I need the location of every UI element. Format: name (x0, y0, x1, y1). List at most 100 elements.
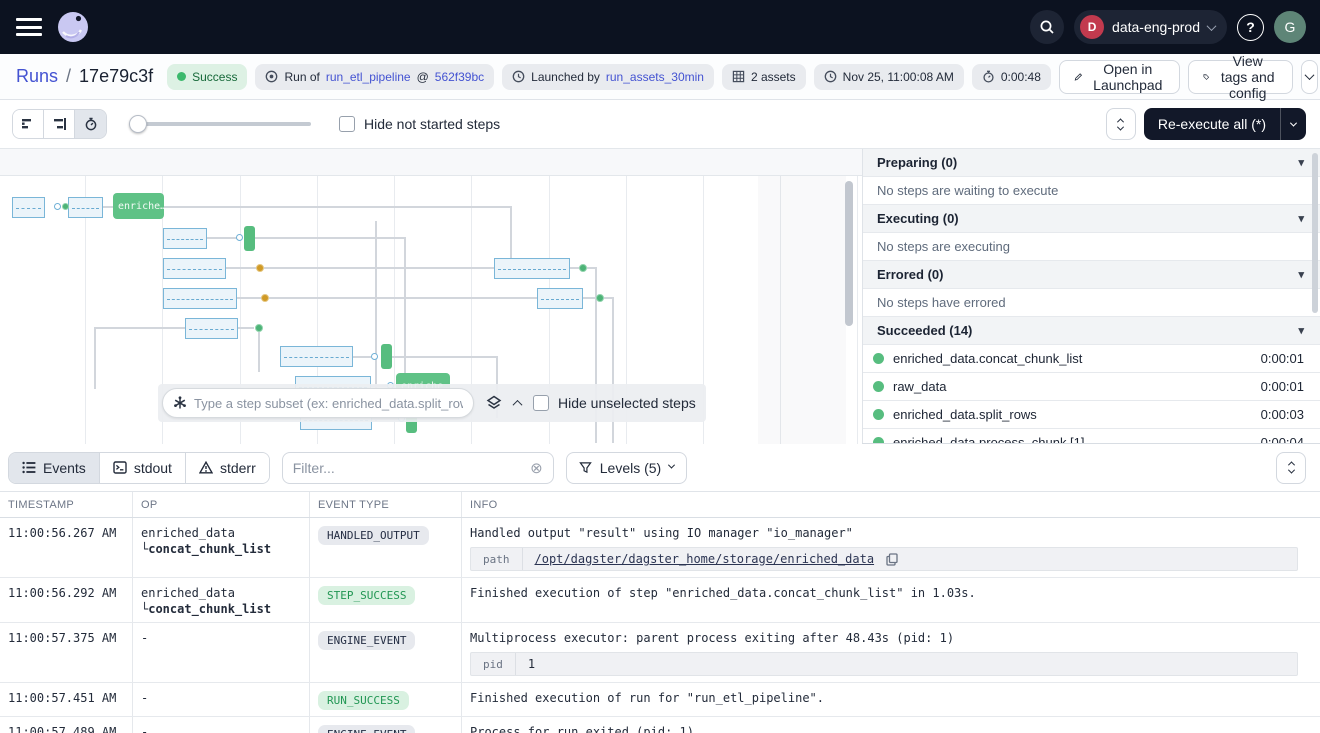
gantt-bar[interactable] (68, 197, 103, 218)
gantt-bar[interactable] (244, 226, 255, 251)
gantt-bar[interactable] (596, 294, 604, 302)
commit-link[interactable]: 562f39bc (435, 70, 484, 84)
workspace-switcher[interactable]: D data-eng-prod (1074, 10, 1227, 44)
gantt-bar[interactable] (269, 297, 537, 299)
hide-not-started-checkbox[interactable] (339, 116, 355, 132)
gantt-bar[interactable] (164, 206, 511, 208)
search-button[interactable] (1030, 10, 1064, 44)
event-row[interactable]: 11:00:56.267 AM enriched_data └concat_ch… (0, 518, 1320, 578)
clear-filter-icon[interactable]: ⊗ (530, 459, 543, 477)
layers-button[interactable] (486, 395, 502, 411)
step-status-row[interactable]: No steps have errored (863, 289, 1320, 317)
gantt-bar[interactable] (237, 297, 262, 299)
gantt-bar[interactable] (94, 327, 185, 329)
job-link[interactable]: run_etl_pipeline (326, 70, 411, 84)
zoom-slider[interactable] (129, 115, 311, 133)
event-row[interactable]: 11:00:57.375 AM - ENGINE_EVENT Multiproc… (0, 623, 1320, 683)
gantt-bar[interactable] (258, 332, 260, 372)
metadata-value[interactable]: /opt/dagster/dagster_home/storage/enrich… (523, 552, 887, 566)
gantt-bar[interactable]: enriche… (113, 193, 164, 219)
gantt-bar[interactable] (226, 267, 258, 269)
gantt-bar[interactable] (353, 356, 371, 358)
reexecute-all-button[interactable]: Re-execute all (*) (1144, 108, 1280, 140)
metadata-value[interactable]: 1 (516, 657, 547, 671)
tag-duration[interactable]: 0:00:48 (972, 64, 1051, 90)
gantt-bar[interactable] (264, 267, 494, 269)
dagster-logo-icon[interactable] (56, 10, 90, 44)
tag-start-time[interactable]: Nov 25, 11:00:08 AM (814, 64, 964, 90)
tab-events[interactable]: Events (9, 453, 100, 483)
gantt-bar[interactable] (404, 237, 406, 383)
event-type-badge: ENGINE_EVENT (318, 631, 415, 650)
gantt-bar[interactable] (758, 176, 846, 444)
gantt-bar[interactable] (62, 203, 69, 210)
tag-assets[interactable]: 2 assets (722, 64, 806, 90)
gantt-bar[interactable] (236, 234, 243, 241)
zoom-slider-knob[interactable] (129, 115, 147, 133)
gantt-bar[interactable] (280, 346, 353, 367)
gantt-bar[interactable] (163, 288, 237, 309)
step-subset-input[interactable] (194, 396, 463, 411)
open-in-launchpad-button[interactable]: Open in Launchpad (1059, 60, 1180, 94)
gantt-bar[interactable] (238, 327, 254, 329)
gantt-canvas[interactable]: enriche…enriche… (0, 176, 862, 444)
hamburger-menu-icon[interactable] (16, 18, 42, 36)
schedule-link[interactable]: run_assets_30min (606, 70, 704, 84)
tag-run-of[interactable]: Run of run_etl_pipeline @ 562f39bc (255, 64, 494, 90)
gantt-bar[interactable] (207, 237, 238, 239)
tab-stdout[interactable]: stdout (100, 453, 186, 483)
gantt-bar[interactable] (371, 353, 378, 360)
more-run-actions-button[interactable] (1301, 60, 1318, 94)
expand-log-panel-button[interactable] (1276, 452, 1306, 484)
gantt-bar[interactable] (255, 237, 405, 239)
step-status-panel: Preparing (0) ▾ No steps are waiting to … (862, 149, 1320, 443)
breadcrumb-runs-link[interactable]: Runs (16, 66, 58, 87)
gantt-bar[interactable] (537, 288, 583, 309)
step-status-row[interactable]: No steps are executing (863, 233, 1320, 261)
gantt-bar[interactable] (392, 356, 498, 358)
timed-view-button[interactable] (75, 110, 106, 138)
event-row[interactable]: 11:00:57.451 AM - RUN_SUCCESS Finished e… (0, 683, 1320, 717)
step-status-row[interactable]: Executing (0) ▾ (863, 205, 1320, 233)
gantt-bar[interactable] (12, 197, 45, 218)
step-status-row[interactable]: Preparing (0) ▾ (863, 149, 1320, 177)
gantt-bar[interactable] (163, 258, 226, 279)
step-status-row[interactable]: Succeeded (14) ▾ (863, 317, 1320, 345)
collapse-subset-bar-button[interactable] (514, 400, 521, 407)
gantt-bar[interactable] (494, 258, 570, 279)
flatten-view-button[interactable] (13, 110, 44, 138)
step-status-row[interactable]: Errored (0) ▾ (863, 261, 1320, 289)
expand-collapse-panel-button[interactable] (1106, 108, 1136, 140)
gantt-bar[interactable] (583, 297, 595, 299)
gantt-bar[interactable] (256, 264, 264, 272)
view-tags-config-button[interactable]: View tags and config (1188, 60, 1293, 94)
avatar[interactable]: G (1274, 11, 1306, 43)
gantt-bar[interactable] (185, 318, 238, 339)
help-button[interactable]: ? (1237, 14, 1264, 41)
copy-icon[interactable] (886, 553, 898, 566)
step-status-row[interactable]: raw_data 0:00:01 (863, 373, 1320, 401)
gantt-bar[interactable] (103, 206, 113, 208)
reexecute-options-button[interactable] (1280, 108, 1306, 140)
tag-launched-by[interactable]: Launched by run_assets_30min (502, 64, 714, 90)
tab-stderr[interactable]: stderr (186, 453, 269, 483)
gantt-bar[interactable] (579, 264, 587, 272)
waterfall-view-button[interactable] (44, 110, 75, 138)
panel-scrollbar[interactable] (1312, 153, 1318, 313)
step-status-row[interactable]: No steps are waiting to execute (863, 177, 1320, 205)
gantt-bar[interactable] (261, 294, 269, 302)
hide-unselected-checkbox[interactable] (533, 395, 549, 411)
gantt-bar[interactable] (255, 324, 263, 332)
log-filter-input[interactable] (293, 460, 522, 476)
event-row[interactable]: 11:00:57.489 AM - ENGINE_EVENT Process f… (0, 717, 1320, 733)
step-status-row[interactable]: enriched_data.split_rows 0:00:03 (863, 401, 1320, 429)
step-status-row[interactable]: enriched_data.concat_chunk_list 0:00:01 (863, 345, 1320, 373)
gantt-bar[interactable] (845, 181, 853, 326)
levels-dropdown[interactable]: Levels (5) (566, 452, 687, 484)
gantt-bar[interactable] (163, 228, 207, 249)
gantt-bar[interactable] (94, 327, 96, 389)
gantt-bar[interactable] (54, 203, 61, 210)
event-row[interactable]: 11:00:56.292 AM enriched_data └concat_ch… (0, 578, 1320, 623)
gantt-bar[interactable] (381, 344, 392, 369)
step-status-row[interactable]: enriched_data.process_chunk [1] 0:00:04 (863, 429, 1320, 443)
